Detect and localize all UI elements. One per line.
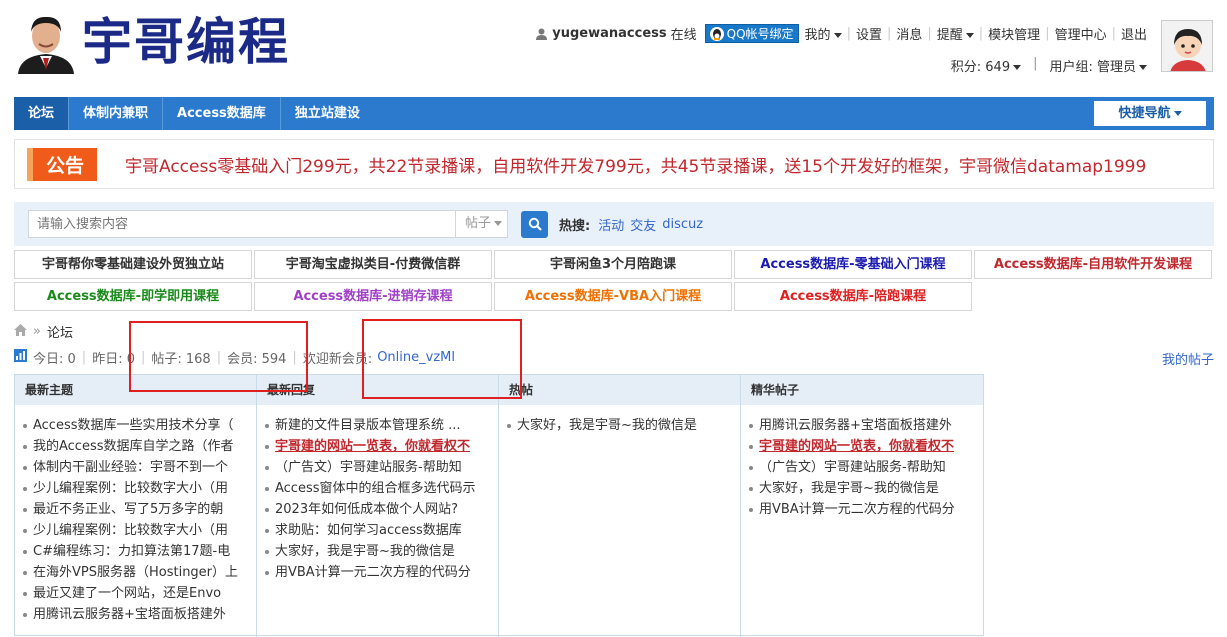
thread-list: 大家好，我是宇哥~我的微信是 xyxy=(499,405,740,436)
highlight-box xyxy=(129,321,308,392)
thread-columns: 最新主题 Access数据库一些实用技术分享（ 我的Access数据库自学之路（作者… xyxy=(14,374,984,637)
thread-link[interactable]: 大家好，我是宇哥~我的微信是 xyxy=(265,541,498,562)
user-bar: yugewanaccess 在线 QQ帐号绑定 我的 | 设置 | 消息 | 提… xyxy=(536,24,1147,43)
chevron-down-icon xyxy=(1173,111,1182,116)
menu-logout[interactable]: 退出 xyxy=(1121,24,1147,43)
search-bar: 帖子 热搜: 活动 交友 discuz xyxy=(14,202,1214,246)
thread-list: Access数据库一些实用技术分享（ 我的Access数据库自学之路（作者 体制内干… xyxy=(15,405,256,625)
course-link[interactable]: 宇哥帮你零基础建设外贸独立站 xyxy=(14,250,252,279)
qq-bind-button[interactable]: QQ帐号绑定 xyxy=(704,24,799,43)
thread-link[interactable]: 用VBA计算一元二次方程的代码分 xyxy=(265,562,498,583)
announcement: 公告 宇哥Access零基础入门299元，共22节录播课，自用软件开发799元，… xyxy=(14,139,1214,189)
main-nav: 论坛 体制内兼职 Access数据库 独立站建设 快捷导航 xyxy=(14,97,1214,130)
course-link[interactable]: Access数据库-即学即用课程 xyxy=(14,282,252,311)
course-link[interactable]: 宇哥淘宝虚拟类目-付费微信群 xyxy=(254,250,492,279)
menu-my[interactable]: 我的 xyxy=(805,24,842,43)
search-button[interactable] xyxy=(521,210,548,238)
thread-column: 最新主题 Access数据库一些实用技术分享（ 我的Access数据库自学之路（作者… xyxy=(15,375,257,637)
menu-reminders[interactable]: 提醒 xyxy=(937,24,974,43)
search-input[interactable] xyxy=(28,210,456,238)
stats-today: 今日: 0 xyxy=(33,352,76,367)
course-link[interactable]: 宇哥闲鱼3个月陪跑课 xyxy=(494,250,732,279)
thread-link[interactable]: 用腾讯云服务器+宝塔面板搭建外 xyxy=(23,604,256,625)
thread-column: 热帖大家好，我是宇哥~我的微信是 xyxy=(499,375,741,637)
hot-search-link[interactable]: 交友 xyxy=(630,215,656,234)
thread-link[interactable]: 最近又建了一个网站，还是Envo xyxy=(23,583,256,604)
thread-link[interactable]: 求助贴：如何学习access数据库 xyxy=(265,520,498,541)
thread-link[interactable]: （广告文）宇哥建站服务-帮助知 xyxy=(265,457,498,478)
course-link[interactable]: Access数据库-进销存课程 xyxy=(254,282,492,311)
chevron-down-icon xyxy=(1013,65,1022,70)
thread-link[interactable]: Access数据库一些实用技术分享（ xyxy=(23,415,256,436)
credits-dropdown[interactable]: 积分: 649 xyxy=(951,56,1022,75)
home-icon[interactable] xyxy=(14,323,27,340)
menu-admin-center[interactable]: 管理中心 xyxy=(1055,24,1107,43)
breadcrumb-current[interactable]: 论坛 xyxy=(47,322,73,341)
user-icon xyxy=(536,28,548,40)
thread-link[interactable]: 大家好，我是宇哥~我的微信是 xyxy=(749,478,983,499)
column-title: 精华帖子 xyxy=(741,375,983,405)
site-title: 宇哥编程 xyxy=(82,12,290,71)
username-link[interactable]: yugewanaccess xyxy=(552,26,666,41)
thread-link[interactable]: 体制内干副业经验：宇哥不到一个 xyxy=(23,457,256,478)
nav-access[interactable]: Access数据库 xyxy=(163,97,281,130)
breadcrumb-separator: » xyxy=(33,324,41,339)
thread-link[interactable]: 在海外VPS服务器（Hostinger）上 xyxy=(23,562,256,583)
course-link[interactable]: Access数据库-自用软件开发课程 xyxy=(974,250,1212,279)
thread-link[interactable]: 新建的文件目录版本管理系统 ... xyxy=(265,415,498,436)
thread-link[interactable]: 少儿编程案例：比较数字大小（用 xyxy=(23,478,256,499)
course-link[interactable]: Access数据库-VBA入门课程 xyxy=(494,282,732,311)
thread-link[interactable]: 2023年如何低成本做个人网站? xyxy=(265,499,498,520)
column-title: 热帖 xyxy=(499,375,740,405)
search-type-select[interactable]: 帖子 xyxy=(456,210,508,238)
thread-column: 精华帖子 用腾讯云服务器+宝塔面板搭建外 宇哥建的网站一览表，你就看权不 （广告文）宇… xyxy=(741,375,983,637)
course-link[interactable]: Access数据库-陪跑课程 xyxy=(734,282,972,311)
online-status[interactable]: 在线 xyxy=(671,24,697,43)
menu-settings[interactable]: 设置 xyxy=(856,24,882,43)
breadcrumb: » 论坛 xyxy=(14,322,73,341)
chevron-down-icon xyxy=(494,221,503,226)
usergroup-dropdown[interactable]: 用户组: 管理员 xyxy=(1049,56,1147,75)
thread-list: 新建的文件目录版本管理系统 ... 宇哥建的网站一览表，你就看权不 （广告文）宇哥建… xyxy=(257,405,498,583)
thread-link[interactable]: Access窗体中的组合框多选代码示 xyxy=(265,478,498,499)
thread-link[interactable]: C#编程练习：力扣算法第17题-电 xyxy=(23,541,256,562)
nav-side-job[interactable]: 体制内兼职 xyxy=(69,97,164,130)
thread-link[interactable]: 宇哥建的网站一览表，你就看权不 xyxy=(749,436,983,457)
chevron-down-icon xyxy=(965,33,974,38)
thread-link[interactable]: 用VBA计算一元二次方程的代码分 xyxy=(749,499,983,520)
announcement-text[interactable]: 宇哥Access零基础入门299元，共22节录播课，自用软件开发799元，共45… xyxy=(125,152,1146,177)
nav-standalone-site[interactable]: 独立站建设 xyxy=(281,97,374,130)
highlight-box xyxy=(362,319,522,399)
announcement-badge: 公告 xyxy=(27,147,97,181)
quick-nav-button[interactable]: 快捷导航 xyxy=(1094,101,1206,126)
hot-search-link[interactable]: discuz xyxy=(662,217,703,232)
chevron-down-icon xyxy=(1139,65,1147,70)
chevron-down-icon xyxy=(833,33,842,38)
search-icon xyxy=(528,217,542,231)
nav-forum[interactable]: 论坛 xyxy=(14,97,70,130)
menu-messages[interactable]: 消息 xyxy=(896,24,922,43)
thread-link[interactable]: （广告文）宇哥建站服务-帮助知 xyxy=(749,457,983,478)
thread-link[interactable]: 最近不务正业、写了5万多字的朝 xyxy=(23,499,256,520)
thread-list: 用腾讯云服务器+宝塔面板搭建外 宇哥建的网站一览表，你就看权不 （广告文）宇哥建站服… xyxy=(741,405,983,520)
hot-search-link[interactable]: 活动 xyxy=(598,215,624,234)
site-logo[interactable]: 宇哥编程 xyxy=(14,8,290,76)
user-avatar[interactable] xyxy=(1161,20,1213,72)
logo-portrait xyxy=(14,10,78,74)
header: 宇哥编程 yugewanaccess 在线 QQ帐号绑定 我的 | 设置 | 消… xyxy=(0,0,1227,95)
course-link[interactable]: Access数据库-零基础入门课程 xyxy=(734,250,972,279)
user-stats: 积分: 649 | 用户组: 管理员 xyxy=(951,56,1147,75)
thread-link[interactable]: 宇哥建的网站一览表，你就看权不 xyxy=(265,436,498,457)
thread-link[interactable]: 我的Access数据库自学之路（作者 xyxy=(23,436,256,457)
my-posts-link[interactable]: 我的帖子 xyxy=(1162,349,1214,368)
thread-link[interactable]: 少儿编程案例：比较数字大小（用 xyxy=(23,520,256,541)
stats-icon xyxy=(14,349,27,366)
thread-link[interactable]: 用腾讯云服务器+宝塔面板搭建外 xyxy=(749,415,983,436)
thread-column: 最新回复 新建的文件目录版本管理系统 ... 宇哥建的网站一览表，你就看权不 （广告文… xyxy=(257,375,499,637)
qq-icon xyxy=(709,26,724,41)
hot-search-label: 热搜: xyxy=(559,218,591,234)
menu-module-admin[interactable]: 模块管理 xyxy=(988,24,1040,43)
thread-link[interactable]: 大家好，我是宇哥~我的微信是 xyxy=(507,415,740,436)
